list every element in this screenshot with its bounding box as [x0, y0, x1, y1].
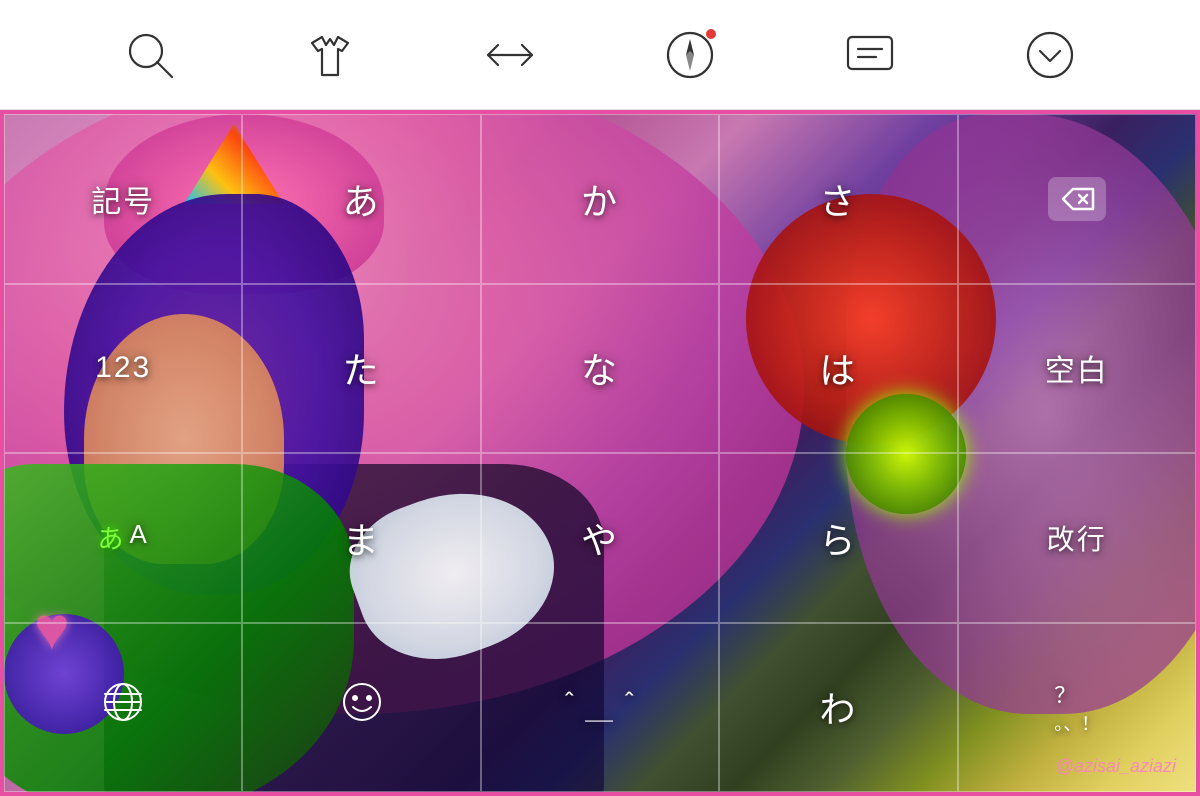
search-nav-button[interactable] — [120, 25, 180, 85]
key-emoji[interactable] — [242, 623, 480, 793]
nav-bar — [0, 0, 1200, 110]
key-ha[interactable]: は — [719, 284, 957, 454]
key-ma[interactable]: ま — [242, 453, 480, 623]
notification-dot — [706, 29, 716, 39]
key-ya[interactable]: や — [481, 453, 719, 623]
key-marks[interactable]: ？。、！ — [958, 623, 1196, 793]
key-kaigyo[interactable]: 改行 — [958, 453, 1196, 623]
message-nav-button[interactable] — [840, 25, 900, 85]
chevron-nav-button[interactable] — [1020, 25, 1080, 85]
key-123[interactable]: 123 — [4, 284, 242, 454]
resize-nav-button[interactable] — [480, 25, 540, 85]
key-ka[interactable]: か — [481, 114, 719, 284]
key-globe[interactable] — [4, 623, 242, 793]
compass-nav-button[interactable] — [660, 25, 720, 85]
key-kigo[interactable]: 記号 — [4, 114, 242, 284]
keyboard-area: ♥ @azisai_aziazi 記号 あ か さ — [0, 110, 1200, 796]
key-caret[interactable]: ＾＿＾ — [481, 623, 719, 793]
key-backspace[interactable] — [958, 114, 1196, 284]
shirt-nav-button[interactable] — [300, 25, 360, 85]
keyboard-grid: 記号 あ か さ 123 た な — [4, 114, 1196, 792]
key-aa[interactable]: あ A — [4, 453, 242, 623]
key-ra[interactable]: ら — [719, 453, 957, 623]
key-space[interactable]: 空白 — [958, 284, 1196, 454]
key-ta[interactable]: た — [242, 284, 480, 454]
backspace-icon — [1048, 177, 1106, 221]
key-wa[interactable]: わ — [719, 623, 957, 793]
key-a[interactable]: あ — [242, 114, 480, 284]
key-na[interactable]: な — [481, 284, 719, 454]
key-sa[interactable]: さ — [719, 114, 957, 284]
